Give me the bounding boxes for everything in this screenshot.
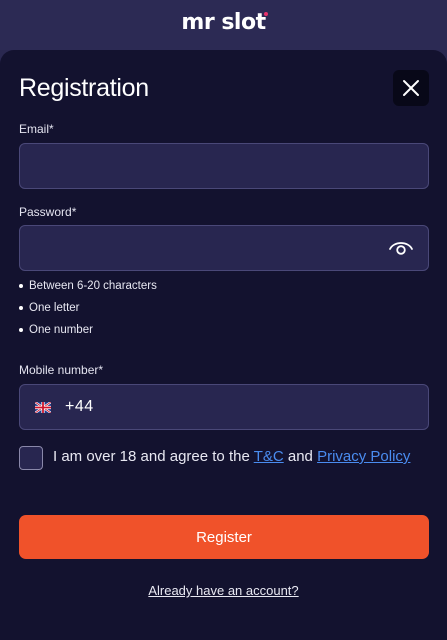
logo-dot <box>263 11 268 16</box>
login-link-wrapper: Already have an account? <box>0 583 447 598</box>
terms-prefix: I am over 18 and agree to the <box>53 448 254 465</box>
mobile-field[interactable]: +44 <box>19 384 429 430</box>
top-bar: mr slot <box>0 0 447 50</box>
close-icon <box>403 80 419 96</box>
password-rule: One letter <box>19 302 80 314</box>
bullet <box>19 328 23 332</box>
register-button[interactable]: Register <box>19 515 429 559</box>
privacy-policy-link[interactable]: Privacy Policy <box>317 448 410 465</box>
bullet <box>19 306 23 310</box>
dial-code: +44 <box>65 398 94 415</box>
terms-middle: and <box>283 448 318 465</box>
password-rule: One number <box>19 324 93 336</box>
registration-modal: Registration Email* Password* Between 6-… <box>0 50 447 640</box>
password-input[interactable] <box>20 226 428 270</box>
password-rule-text: One number <box>29 324 93 336</box>
modal-title: Registration <box>19 74 149 102</box>
logo-text: mr slot <box>181 9 266 35</box>
email-label: Email* <box>19 122 54 136</box>
bullet <box>19 284 23 288</box>
login-link[interactable]: Already have an account? <box>148 583 298 598</box>
terms-text: I am over 18 and agree to the T&C and Pr… <box>53 448 410 465</box>
eye-icon <box>389 242 413 255</box>
password-rule: Between 6-20 characters <box>19 280 157 292</box>
close-button[interactable] <box>393 70 429 106</box>
email-input[interactable] <box>20 144 428 188</box>
password-label: Password* <box>19 205 77 219</box>
password-field-wrapper <box>19 225 429 271</box>
email-field-wrapper <box>19 143 429 189</box>
show-password-button[interactable] <box>388 238 414 258</box>
uk-flag-icon[interactable] <box>35 401 51 413</box>
password-rule-text: Between 6-20 characters <box>29 280 157 292</box>
tc-link[interactable]: T&C <box>254 448 284 465</box>
brand-logo[interactable]: mr slot <box>181 9 268 35</box>
mobile-label: Mobile number* <box>19 363 104 377</box>
password-rule-text: One letter <box>29 302 80 314</box>
terms-checkbox[interactable] <box>19 446 43 470</box>
